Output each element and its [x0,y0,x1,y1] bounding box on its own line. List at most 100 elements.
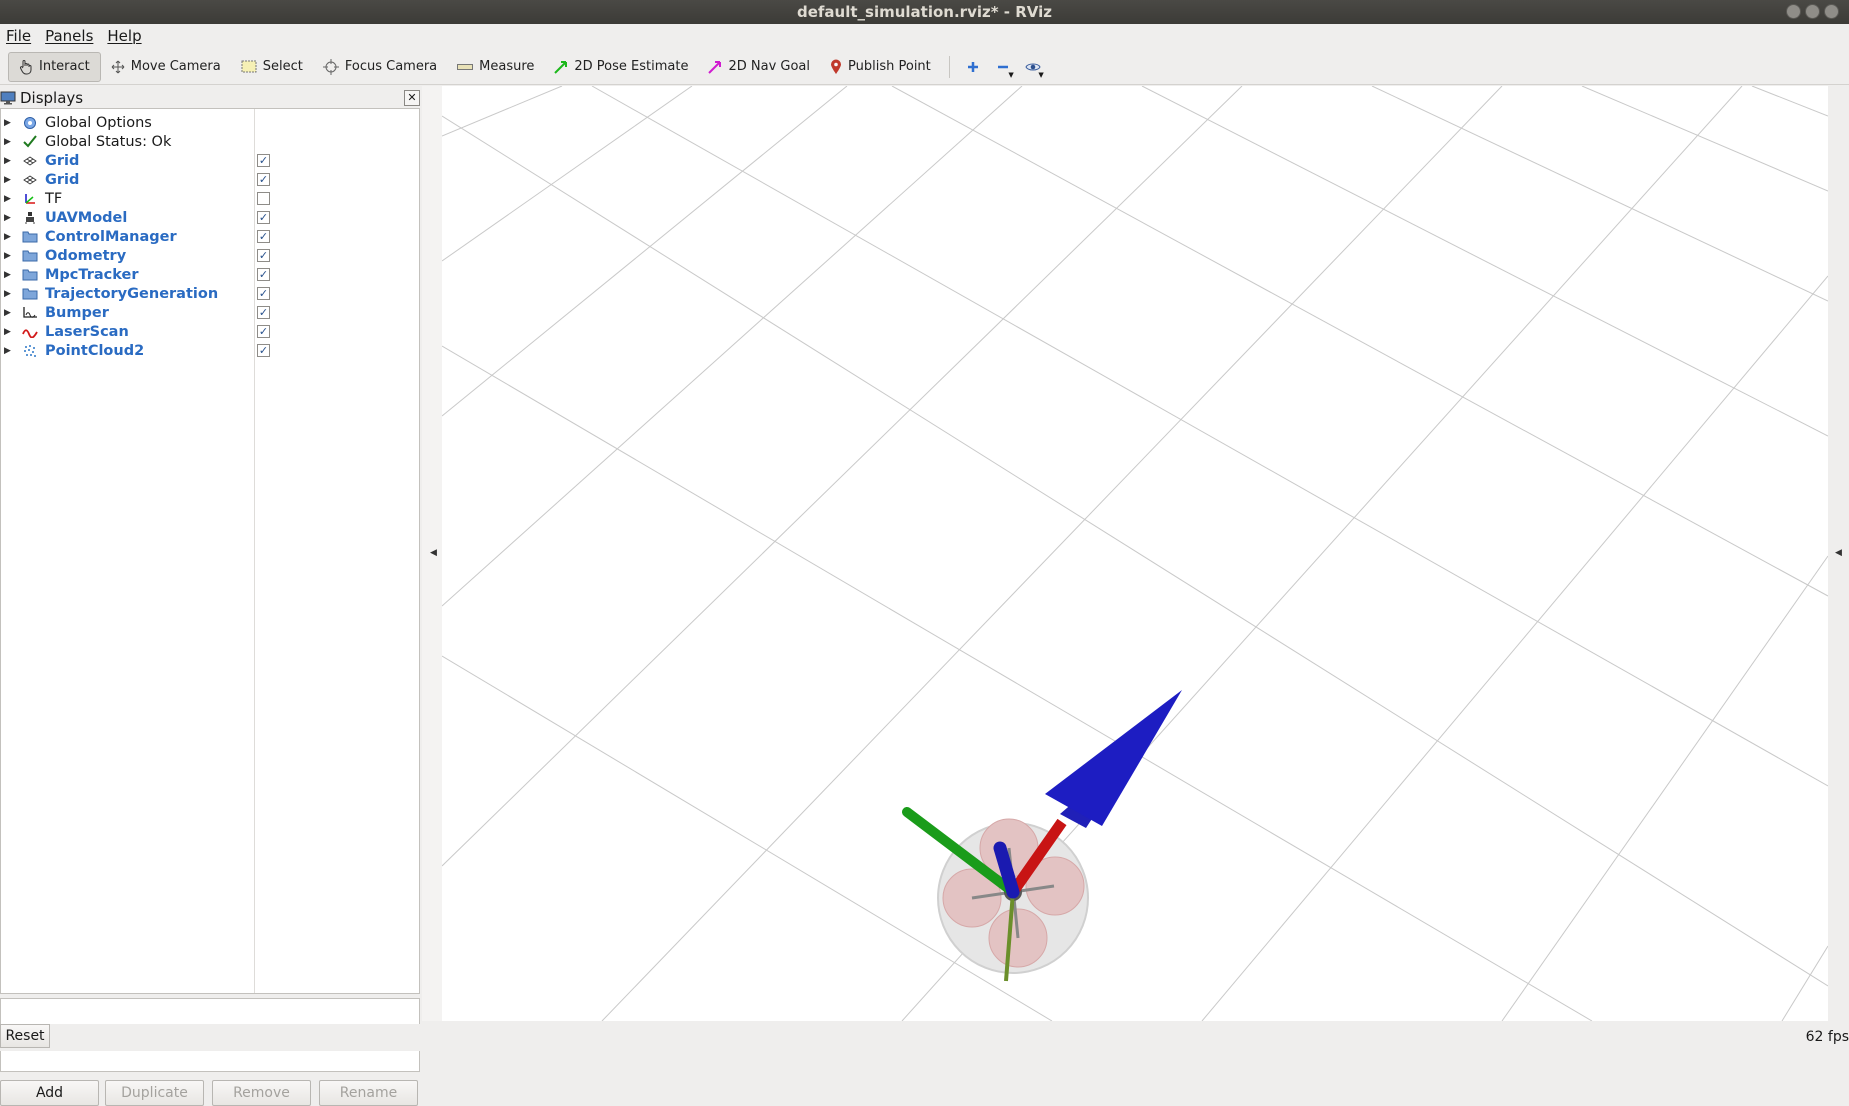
hand-pointer-icon [19,59,32,74]
display-item-trajectorygeneration[interactable]: ▶ TrajectoryGeneration ✓ [1,284,419,303]
add-display-button[interactable]: Add [0,1080,99,1106]
expand-triangle-icon[interactable]: ▶ [4,213,16,223]
checkmark-icon [21,134,39,150]
close-panel-icon[interactable]: ✕ [404,90,420,106]
remove-display-button[interactable]: Remove [212,1080,311,1106]
crosshair-icon [322,58,339,75]
display-item-uavmodel[interactable]: ▶ UAVModel ✓ [1,208,419,227]
enable-checkbox[interactable]: ✓ [257,325,270,338]
enable-checkbox[interactable]: ✓ [257,344,270,357]
display-item-global-status[interactable]: ▶ Global Status: Ok [1,132,419,151]
add-tool-button[interactable] [958,52,988,82]
expand-triangle-icon[interactable]: ▶ [4,270,16,280]
enable-checkbox[interactable]: ✓ [257,211,270,224]
enable-checkbox[interactable]: ✓ [257,173,270,186]
chevron-down-icon: ▼ [1008,70,1014,79]
select-tool-button[interactable]: Select [231,52,313,82]
window-title: default_simulation.rviz* - RViz [796,3,1052,21]
expand-triangle-icon[interactable]: ▶ [4,118,16,128]
display-item-label: TF [45,190,63,207]
minimize-button[interactable] [1786,4,1801,19]
uav-model [902,690,1182,982]
enable-checkbox[interactable]: ✓ [257,249,270,262]
folder-icon [21,267,39,283]
rename-display-button[interactable]: Rename [319,1080,418,1106]
collapse-right-panel-icon[interactable]: ◀ [1835,548,1842,558]
fps-counter: 62 fps [1805,1029,1849,1045]
grid-icon [21,153,39,169]
folder-icon [21,248,39,264]
pose-estimate-tool-button[interactable]: 2D Pose Estimate [544,52,698,82]
enable-checkbox[interactable]: ✓ [257,154,270,167]
folder-icon [21,286,39,302]
3d-render-viewport[interactable] [441,85,1829,1022]
display-item-label: PointCloud2 [45,342,145,359]
display-item-bumper[interactable]: ▶ Bumper ✓ [1,303,419,322]
duplicate-display-button[interactable]: Duplicate [105,1080,204,1106]
display-item-laserscan[interactable]: ▶ LaserScan ✓ [1,322,419,341]
display-item-label: Grid [45,152,80,169]
enable-checkbox[interactable]: ✓ [257,230,270,243]
enable-checkbox[interactable]: ✓ [257,268,270,281]
expand-triangle-icon[interactable]: ▶ [4,327,16,337]
expand-triangle-icon[interactable]: ▶ [4,251,16,261]
move-camera-tool-button[interactable]: Move Camera [101,52,231,82]
display-item-label: Global Status: Ok [45,133,172,150]
expand-triangle-icon[interactable]: ▶ [4,232,16,242]
monitor-icon [0,91,16,105]
display-item-mpctracker[interactable]: ▶ MpcTracker ✓ [1,265,419,284]
right-side-strip: ◀ [1830,86,1849,1021]
expand-triangle-icon[interactable]: ▶ [4,289,16,299]
measure-label: Measure [479,59,535,74]
display-item-grid[interactable]: ▶ Grid ✓ [1,170,419,189]
robot-model-icon [21,210,39,226]
collapse-left-panel-icon[interactable]: ◀ [430,548,437,558]
bumper-icon [21,305,39,321]
measure-tool-button[interactable]: Measure [447,52,544,82]
display-item-label: Global Options [45,114,152,131]
map-pin-icon [831,59,842,74]
views-tool-button[interactable]: ▼ [1018,52,1048,82]
enable-checkbox[interactable]: ✓ [257,306,270,319]
expand-triangle-icon[interactable]: ▶ [4,346,16,356]
expand-triangle-icon[interactable]: ▶ [4,137,16,147]
close-window-button[interactable] [1824,4,1839,19]
reset-button[interactable]: Reset [0,1024,50,1048]
enable-checkbox[interactable] [257,192,270,205]
menu-file[interactable]: File [6,27,31,45]
display-item-label: Odometry [45,247,127,264]
enable-checkbox[interactable]: ✓ [257,287,270,300]
display-item-controlmanager[interactable]: ▶ ControlManager ✓ [1,227,419,246]
menu-help[interactable]: Help [107,27,141,45]
display-item-global-options[interactable]: ▶ Global Options [1,113,419,132]
pose-estimate-label: 2D Pose Estimate [574,59,689,74]
display-item-tf[interactable]: ▶ TF [1,189,419,208]
display-item-grid[interactable]: ▶ Grid ✓ [1,151,419,170]
display-item-label: ControlManager [45,228,177,245]
remove-tool-button[interactable]: ▼ [988,52,1018,82]
display-item-label: UAVModel [45,209,128,226]
expand-triangle-icon[interactable]: ▶ [4,156,16,166]
display-item-pointcloud2[interactable]: ▶ PointCloud2 ✓ [1,341,419,360]
maximize-button[interactable] [1805,4,1820,19]
green-arrow-icon [554,60,568,74]
menu-panels[interactable]: Panels [45,27,93,45]
nav-goal-tool-button[interactable]: 2D Nav Goal [698,52,820,82]
display-item-label: Grid [45,171,80,188]
focus-camera-tool-button[interactable]: Focus Camera [313,52,447,82]
publish-point-label: Publish Point [848,59,931,74]
display-item-odometry[interactable]: ▶ Odometry ✓ [1,246,419,265]
interact-label: Interact [39,59,90,74]
move-camera-label: Move Camera [130,59,221,74]
display-item-label: MpcTracker [45,266,139,283]
interact-tool-button[interactable]: Interact [8,51,101,82]
expand-triangle-icon[interactable]: ▶ [4,175,16,185]
displays-panel: Displays ✕ ▶ Global Options ▶ Global Sta… [0,86,420,1106]
expand-triangle-icon[interactable]: ▶ [4,194,16,204]
displays-tree: ▶ Global Options ▶ Global Status: Ok ▶ G… [0,108,420,994]
point-cloud-icon [21,343,39,359]
expand-triangle-icon[interactable]: ▶ [4,308,16,318]
tool-bar: Interact Move Camera Select Focus Camera… [0,49,1849,85]
publish-point-tool-button[interactable]: Publish Point [820,52,941,82]
move-arrows-icon [111,60,125,73]
